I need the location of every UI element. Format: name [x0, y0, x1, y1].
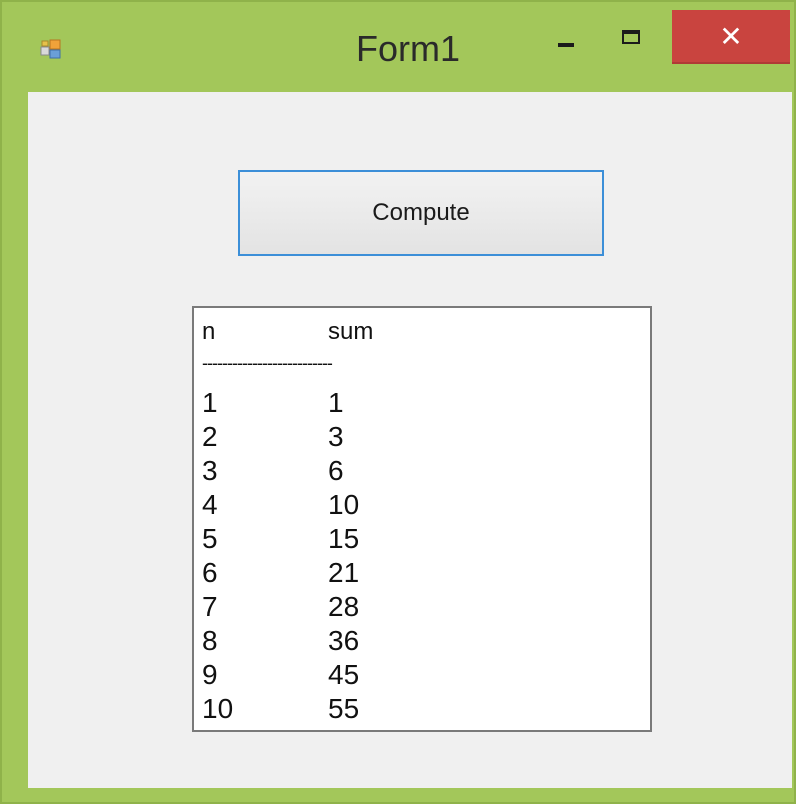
row-sum: 21 [328, 557, 360, 588]
row-sum: 36 [328, 625, 360, 656]
row-sum: 55 [328, 693, 360, 724]
row-n: 7 [202, 591, 218, 622]
list-item[interactable]: 7 28 [202, 590, 650, 624]
results-listbox[interactable]: n sum -------------------------- 1 1 2 3… [192, 306, 652, 732]
row-n: 9 [202, 659, 218, 690]
app-form-icon[interactable] [40, 38, 62, 60]
row-n: 4 [202, 489, 218, 520]
list-item[interactable]: 9 45 [202, 658, 650, 692]
list-item[interactable]: 8 36 [202, 624, 650, 658]
list-item[interactable]: 1 1 [202, 386, 650, 420]
form-client-area: Compute n sum --------------------------… [28, 92, 792, 788]
list-item[interactable]: 6 21 [202, 556, 650, 590]
minimize-button[interactable] [540, 26, 592, 66]
row-n: 2 [202, 421, 218, 452]
row-n: 3 [202, 455, 218, 486]
row-n: 6 [202, 557, 218, 588]
row-sum: 15 [328, 523, 360, 554]
close-icon: ✕ [719, 20, 743, 53]
close-button[interactable]: ✕ [672, 10, 790, 64]
separator-text: -------------------------- [202, 353, 333, 373]
maximize-icon [622, 30, 640, 44]
row-sum: 1 [328, 387, 344, 418]
list-item[interactable]: 4 10 [202, 488, 650, 522]
title-bar[interactable]: Form1 ✕ [2, 2, 794, 92]
list-item[interactable]: 5 15 [202, 522, 650, 556]
row-sum: 45 [328, 659, 360, 690]
header-n: n [202, 318, 216, 345]
compute-button[interactable]: Compute [238, 170, 604, 256]
maximize-button[interactable] [606, 20, 658, 60]
row-sum: 10 [328, 489, 360, 520]
form-window: Form1 ✕ Compute n sum ------------------… [0, 0, 796, 804]
list-item[interactable]: 2 3 [202, 420, 650, 454]
row-n: 5 [202, 523, 218, 554]
row-n: 8 [202, 625, 218, 656]
row-n: 10 [202, 693, 234, 724]
row-n: 1 [202, 387, 218, 418]
row-sum: 3 [328, 421, 344, 452]
list-header: n sum [202, 312, 650, 348]
list-item[interactable]: 10 55 [202, 692, 650, 726]
row-sum: 28 [328, 591, 360, 622]
minimize-icon [558, 43, 574, 47]
header-sum: sum [328, 318, 374, 345]
row-sum: 6 [328, 455, 344, 486]
list-item[interactable]: 3 6 [202, 454, 650, 488]
list-separator: -------------------------- [202, 348, 650, 386]
